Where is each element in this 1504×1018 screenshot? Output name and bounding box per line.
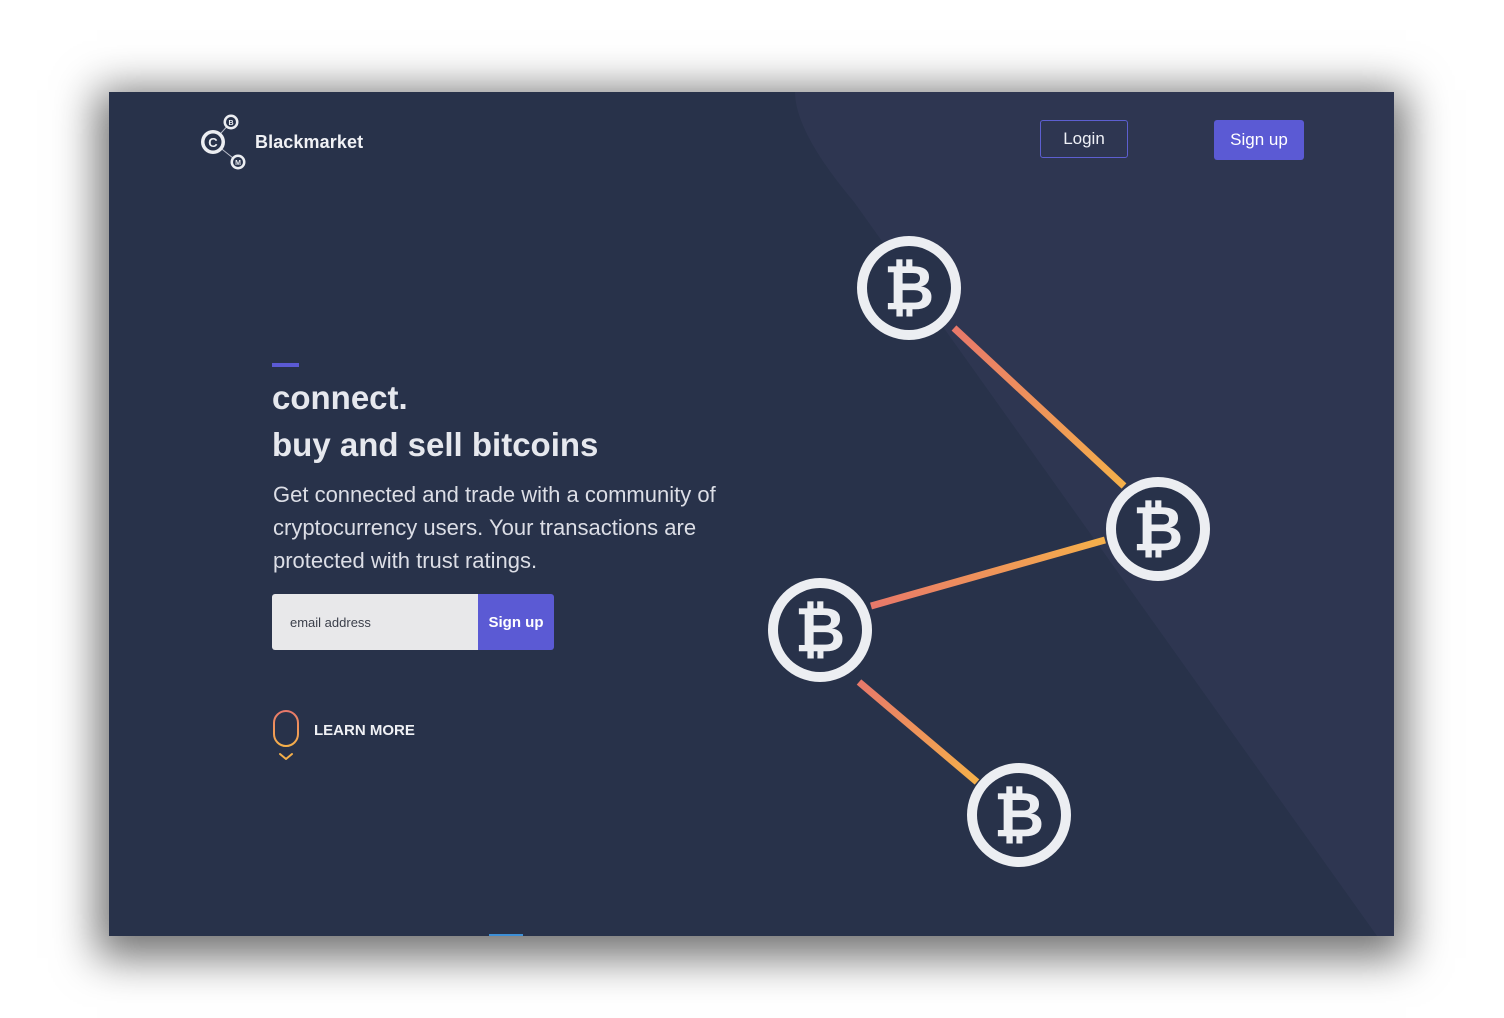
hero-description: Get connected and trade with a community… bbox=[273, 482, 716, 573]
bitcoin-icon: ₿ bbox=[778, 588, 862, 672]
accent-bar bbox=[272, 363, 299, 367]
svg-text:B: B bbox=[228, 120, 233, 127]
mouse-scroll-icon bbox=[273, 710, 299, 760]
bitcoin-coin-top: ₿ bbox=[857, 236, 961, 340]
learn-more-link[interactable]: LEARN MORE bbox=[272, 708, 415, 764]
bitcoin-coin-right: ₿ bbox=[1106, 477, 1210, 581]
hero-title-line1: connect. bbox=[272, 379, 408, 416]
chevron-down-icon bbox=[279, 753, 293, 760]
email-signup-button[interactable]: Sign up bbox=[478, 594, 554, 650]
header-signup-button[interactable]: Sign up bbox=[1214, 120, 1304, 160]
app-window: C B M Blackmarket Login Sign up connect.… bbox=[109, 92, 1394, 936]
email-signup-form: Sign up bbox=[272, 594, 554, 650]
hero-title: connect. buy and sell bitcoins bbox=[272, 374, 598, 468]
hero-title-line2: buy and sell bitcoins bbox=[272, 426, 599, 463]
bitcoin-coin-left: ₿ bbox=[768, 578, 872, 682]
bitcoin-icon: ₿ bbox=[977, 773, 1061, 857]
bottom-indicator bbox=[489, 934, 523, 936]
brand-logo[interactable]: C B M Blackmarket bbox=[201, 112, 363, 172]
login-button[interactable]: Login bbox=[1040, 120, 1128, 158]
bitcoin-icon: ₿ bbox=[1116, 487, 1200, 571]
bitcoin-icon: ₿ bbox=[867, 246, 951, 330]
brand-name: Blackmarket bbox=[255, 131, 364, 152]
crypto-network-logo-icon: C B M bbox=[201, 114, 246, 170]
svg-text:M: M bbox=[235, 160, 241, 167]
learn-more-label: LEARN MORE bbox=[314, 722, 415, 739]
bitcoin-coin-bottom: ₿ bbox=[967, 763, 1071, 867]
svg-text:C: C bbox=[208, 135, 218, 150]
email-input[interactable] bbox=[272, 594, 478, 650]
